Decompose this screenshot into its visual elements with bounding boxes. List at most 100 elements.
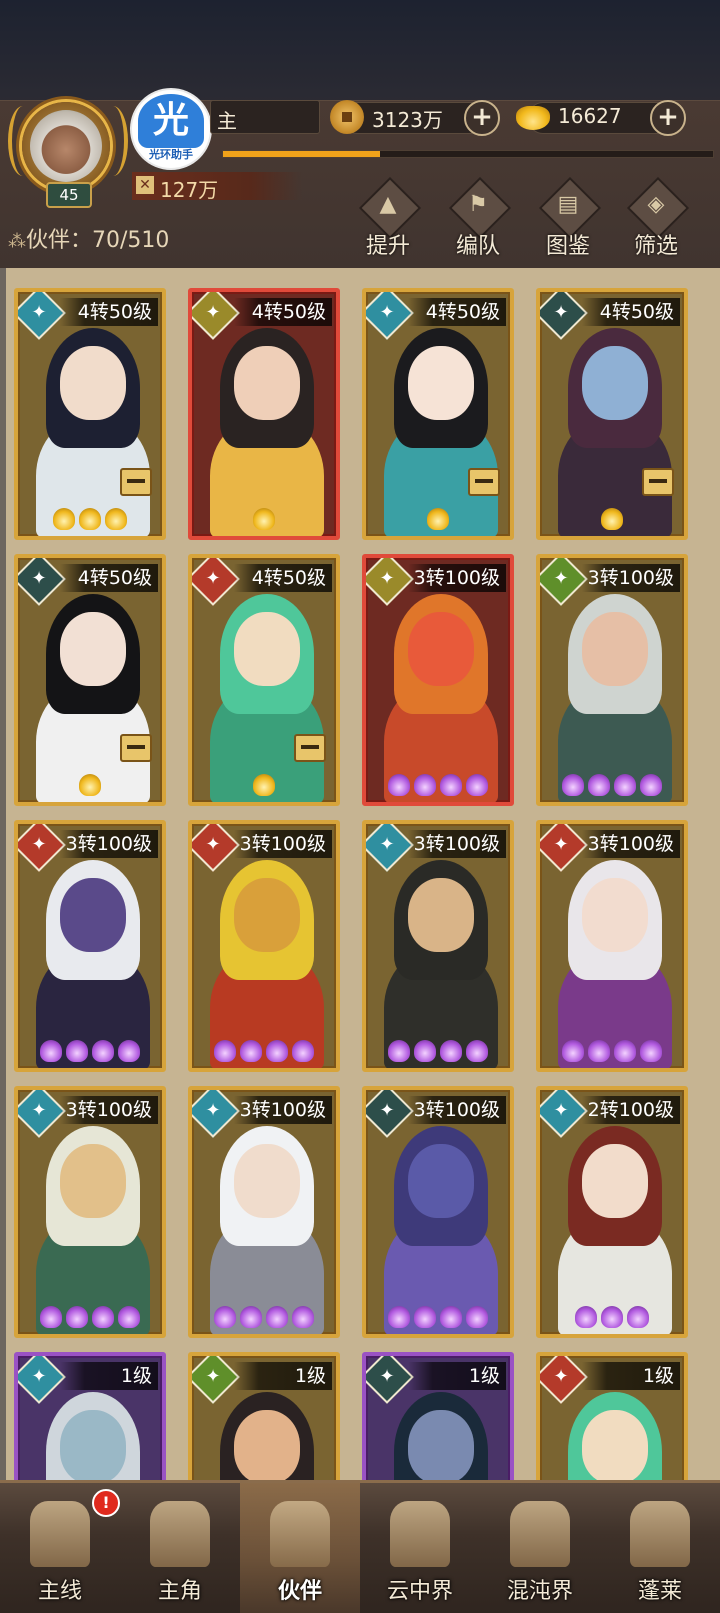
awaken-stars [18, 1306, 162, 1328]
partner-card[interactable]: ✦ 4转50级 [188, 554, 340, 806]
partner-card[interactable]: ✦ 1级 [536, 1352, 688, 1480]
left-edge-strip [0, 268, 6, 1480]
nav-tab-1[interactable]: 主角 [120, 1483, 240, 1613]
partner-level: 4转50级 [234, 564, 332, 592]
awaken-star-icon [588, 774, 610, 796]
partner-card[interactable]: ✦ 3转100级 [188, 1086, 340, 1338]
partners-count-text: 伙伴：70/510 [26, 228, 170, 253]
equipment-tag-icon [468, 468, 500, 496]
partner-face [60, 1144, 126, 1218]
partner-card[interactable]: ✦ 3转100级 [362, 1086, 514, 1338]
partner-card[interactable]: ✦ 3转100级 [536, 820, 688, 1072]
partner-level: 1级 [60, 1362, 158, 1390]
nav-label: 伙伴 [277, 1579, 322, 1604]
nav-tab-4[interactable]: 混沌界 [480, 1483, 600, 1613]
awaken-star-icon [440, 1306, 462, 1328]
gold-currency: 16627 + [516, 100, 686, 136]
awaken-star-icon [118, 1306, 140, 1328]
partner-face [408, 1410, 474, 1480]
awaken-star-icon [640, 774, 662, 796]
partner-card[interactable]: ✦ 3转100级 [188, 820, 340, 1072]
awaken-star-icon [440, 1040, 462, 1062]
awaken-star-icon [292, 1306, 314, 1328]
awaken-star-icon [466, 1040, 488, 1062]
nav-label: 蓬莱 [637, 1579, 682, 1604]
nav-tab-0[interactable]: 主线! [0, 1483, 120, 1613]
partner-card[interactable]: ✦ 3转100级 [362, 554, 514, 806]
upgrade-icon: ▲ [379, 192, 397, 217]
partner-face [60, 612, 126, 686]
awaken-star-icon [388, 1040, 410, 1062]
awaken-star-icon [575, 1306, 597, 1328]
combat-power-value: 127万 [160, 178, 219, 202]
awaken-stars [540, 1306, 684, 1328]
partner-face [234, 1144, 300, 1218]
filter-icon: ◈ [647, 192, 665, 217]
awaken-stars [192, 1306, 336, 1328]
player-avatar[interactable]: 45 [8, 96, 130, 208]
partner-face [234, 346, 300, 420]
awaken-stars [540, 774, 684, 796]
action-label: 图鉴 [545, 234, 590, 259]
nav-tab-5[interactable]: 蓬莱 [600, 1483, 720, 1613]
partner-card[interactable]: ✦ 4转50级 [14, 288, 166, 540]
awaken-star-icon [105, 508, 127, 530]
awaken-stars [192, 1040, 336, 1062]
nav-tab-2[interactable]: 伙伴 [240, 1483, 360, 1613]
exp-progress-fill [223, 151, 380, 157]
nav-label: 混沌界 [506, 1579, 573, 1604]
awaken-star-icon [562, 1040, 584, 1062]
partner-card[interactable]: ✦ 4转50级 [14, 554, 166, 806]
add-gold-button[interactable]: + [650, 100, 686, 136]
partner-card[interactable]: ✦ 4转50级 [536, 288, 688, 540]
partner-card[interactable]: ✦ 1级 [188, 1352, 340, 1480]
guanghuan-assistant-logo[interactable]: 光 光环助手 [132, 90, 210, 168]
partner-level: 4转50级 [582, 298, 680, 326]
action-button-2[interactable]: ▤ 图鉴 [536, 176, 602, 259]
awaken-star-icon [53, 508, 75, 530]
partner-card[interactable]: ✦ 4转50级 [188, 288, 340, 540]
hero-icon [150, 1501, 210, 1567]
notification-badge: ! [92, 1489, 120, 1517]
partner-face [60, 346, 126, 420]
partner-card[interactable]: ✦ 3转100级 [536, 554, 688, 806]
awaken-star-icon [414, 1306, 436, 1328]
partner-card[interactable]: ✦ 1级 [362, 1352, 514, 1480]
action-button-0[interactable]: ▲ 提升 [356, 176, 422, 259]
partner-level: 1级 [582, 1362, 680, 1390]
awaken-star-icon [601, 1306, 623, 1328]
awaken-star-icon [627, 1306, 649, 1328]
awaken-star-icon [118, 1040, 140, 1062]
gold-ingot-icon [516, 106, 550, 130]
awaken-star-icon [562, 774, 584, 796]
partner-card[interactable]: ✦ 3转100级 [362, 820, 514, 1072]
add-coins-button[interactable]: + [464, 100, 500, 136]
partner-card[interactable]: ✦ 3转100级 [14, 820, 166, 1072]
partner-level: 3转100级 [59, 830, 158, 858]
nav-tab-3[interactable]: 云中界 [360, 1483, 480, 1613]
player-level-badge: 45 [46, 182, 92, 208]
action-button-1[interactable]: ⚑ 编队 [446, 176, 512, 259]
awaken-star-icon [466, 774, 488, 796]
player-name: 主 [217, 109, 237, 133]
partner-grid[interactable]: ✦ 4转50级 ✦ 4转50级 ✦ 4转50级 ✦ 4转50级 ✦ 4转50级 ✦ 4转50级 ✦ 3转1… [0, 268, 720, 1480]
partners-icon [270, 1501, 330, 1567]
partner-level: 3转100级 [581, 564, 680, 592]
partner-face [582, 1410, 648, 1480]
partner-face [408, 612, 474, 686]
partner-level: 3转100级 [407, 1096, 506, 1124]
combat-power-icon: ✕ [136, 176, 154, 194]
action-button-3[interactable]: ◈ 筛选 [624, 176, 690, 259]
partners-count-label: ⁂伙伴：70/510 [8, 222, 169, 254]
equipment-tag-icon [294, 734, 326, 762]
partner-card[interactable]: ✦ 1级 [14, 1352, 166, 1480]
top-header: 45 光 光环助手 主 ✕ 127万 3123万 + 16627 + ⁂伙伴：7… [0, 0, 720, 271]
gold-amount: 16627 [558, 104, 622, 128]
awaken-stars [366, 508, 510, 530]
partner-card[interactable]: ✦ 4转50级 [362, 288, 514, 540]
partner-face [408, 878, 474, 952]
partner-face [582, 346, 648, 420]
partner-card[interactable]: ✦ 2转100级 [536, 1086, 688, 1338]
partner-card[interactable]: ✦ 3转100级 [14, 1086, 166, 1338]
awaken-star-icon [240, 1040, 262, 1062]
